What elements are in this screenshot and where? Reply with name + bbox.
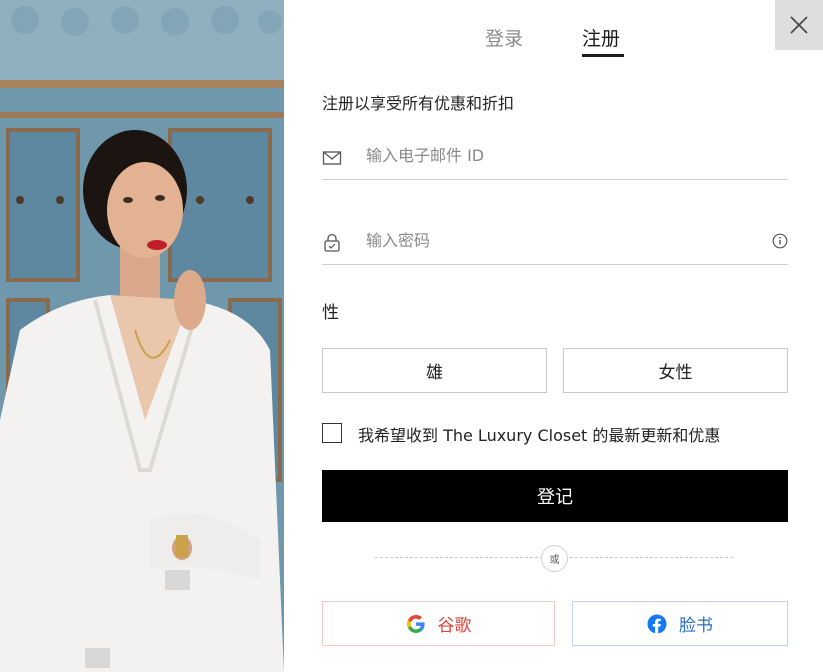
promo-photo xyxy=(0,0,284,672)
email-field xyxy=(322,140,788,180)
newsletter-label: 我希望收到 The Luxury Closet 的最新更新和优惠 xyxy=(358,426,721,445)
password-field xyxy=(322,225,788,265)
gender-male-button[interactable]: 雄 xyxy=(322,348,547,393)
close-icon xyxy=(790,16,808,34)
google-logo-icon xyxy=(406,614,425,633)
google-signin-button[interactable]: 谷歌 xyxy=(322,601,555,646)
tab-register[interactable]: 注册 xyxy=(582,24,620,51)
info-icon[interactable] xyxy=(772,233,788,249)
close-button[interactable] xyxy=(775,0,823,50)
facebook-signin-button[interactable]: 脸书 xyxy=(572,601,788,646)
register-submit-label: 登记 xyxy=(537,487,573,508)
lock-icon xyxy=(324,233,340,252)
gender-label: 性 xyxy=(322,303,339,323)
envelope-icon xyxy=(322,151,342,165)
google-signin-label: 谷歌 xyxy=(437,616,472,636)
register-subtitle: 注册以享受所有优惠和折扣 xyxy=(322,94,515,113)
gender-female-button[interactable]: 女性 xyxy=(563,348,788,393)
gender-male-label: 雄 xyxy=(426,363,443,383)
or-badge: 或 xyxy=(541,545,568,572)
facebook-signin-label: 脸书 xyxy=(679,616,713,636)
facebook-logo-icon xyxy=(647,614,667,633)
active-tab-indicator xyxy=(582,54,624,57)
newsletter-checkbox[interactable] xyxy=(322,423,342,443)
register-submit-button[interactable]: 登记 xyxy=(322,470,788,522)
tab-login[interactable]: 登录 xyxy=(485,24,523,51)
gender-female-label: 女性 xyxy=(658,363,693,383)
email-input[interactable] xyxy=(366,140,766,170)
password-input[interactable] xyxy=(366,225,766,255)
